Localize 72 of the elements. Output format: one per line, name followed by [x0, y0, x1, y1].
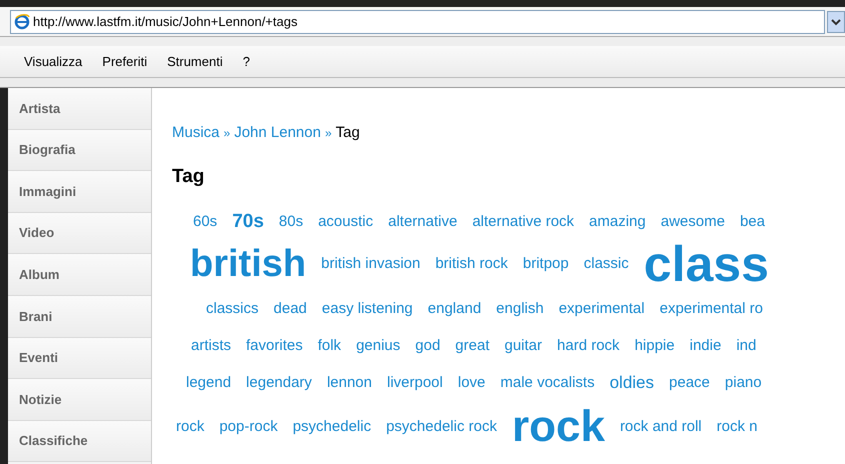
tag-link[interactable]: class — [644, 240, 769, 288]
sidebar-item[interactable]: Notizie — [8, 379, 151, 421]
tag-link[interactable]: alternative — [388, 210, 458, 234]
tag-link[interactable]: experimental ro — [660, 298, 763, 320]
sidebar-item[interactable]: Artista — [8, 88, 151, 130]
tag-link[interactable]: lennon — [326, 372, 372, 394]
tag-link[interactable]: genius — [356, 334, 400, 358]
breadcrumb-separator: » — [224, 125, 230, 142]
tag-link[interactable]: british — [190, 244, 306, 284]
breadcrumb-separator: » — [324, 125, 332, 142]
tag-link[interactable]: 60s — [193, 210, 218, 234]
tag-link[interactable]: legend — [186, 372, 232, 394]
tag-link[interactable]: classics — [206, 298, 259, 320]
tag-link[interactable]: 70s — [232, 208, 264, 236]
browser-icon — [14, 14, 30, 30]
tag-link[interactable]: piano — [724, 372, 762, 394]
menu-item[interactable]: ? — [242, 52, 250, 72]
sidebar-item[interactable]: Immagini — [8, 171, 151, 213]
page-heading: Tag — [172, 164, 206, 188]
sidebar-item[interactable]: Album — [8, 254, 151, 296]
sidebar-item[interactable]: Eventi — [8, 338, 151, 380]
tag-link[interactable]: ind — [736, 334, 756, 358]
sidebar-item[interactable]: Video — [8, 212, 151, 254]
tag-link[interactable]: british invasion — [321, 252, 420, 276]
tag-link[interactable]: classic — [584, 252, 629, 276]
tag-link[interactable]: peace — [669, 372, 710, 394]
tag-link[interactable]: acoustic — [318, 210, 374, 234]
tag-link[interactable]: rock n — [716, 416, 758, 438]
tag-link[interactable]: oldies — [610, 370, 654, 396]
tag-link[interactable]: male vocalists — [500, 372, 595, 394]
tag-link[interactable]: pop-rock — [219, 416, 278, 438]
tag-link[interactable]: amazing — [589, 210, 646, 234]
tag-link[interactable]: folk — [318, 334, 342, 358]
tag-link[interactable]: great — [455, 334, 490, 358]
tag-link[interactable]: easy listening — [322, 298, 413, 320]
tag-link[interactable]: rock and roll — [620, 416, 702, 438]
tag-link[interactable]: guitar — [504, 334, 542, 358]
breadcrumb-link[interactable]: Musica — [172, 122, 220, 144]
breadcrumb-current: Tag — [336, 123, 360, 143]
chevron-down-icon — [831, 18, 841, 26]
sidebar-item[interactable]: Brani — [8, 296, 151, 338]
tag-link[interactable]: psychedelic — [292, 416, 372, 438]
menu-item[interactable]: Visualizza — [24, 52, 82, 72]
tag-link[interactable]: dead — [274, 298, 307, 320]
tag-link[interactable]: artists — [191, 334, 232, 358]
tag-link[interactable]: rock — [176, 416, 204, 438]
tag-link[interactable]: love — [458, 372, 486, 394]
menu-item[interactable]: Preferiti — [102, 52, 148, 72]
tag-link[interactable]: bea — [740, 210, 765, 234]
tag-link[interactable]: british rock — [435, 252, 508, 276]
tag-link[interactable]: god — [415, 334, 440, 358]
tag-link[interactable]: favorites — [246, 334, 303, 358]
sidebar-item[interactable]: Classifiche — [8, 420, 151, 462]
tag-link[interactable]: psychedelic rock — [386, 416, 497, 438]
tag-link[interactable]: indie — [690, 334, 722, 358]
tag-link[interactable]: english — [496, 298, 544, 320]
tag-link[interactable]: hippie — [634, 334, 675, 358]
tag-link[interactable]: awesome — [660, 210, 725, 234]
dropdown-button[interactable] — [827, 10, 845, 32]
tag-link[interactable]: hard rock — [557, 334, 620, 358]
menu-item[interactable]: Strumenti — [167, 52, 223, 72]
tag-link[interactable]: england — [428, 298, 482, 320]
tag-link[interactable]: britpop — [522, 252, 569, 276]
tag-link[interactable]: experimental — [558, 298, 645, 320]
sidebar-item[interactable]: Biografia — [8, 130, 151, 172]
tag-link[interactable]: 80s — [278, 210, 304, 234]
address-field[interactable]: http://www.lastfm.it/music/John+Lennon/+tags — [10, 10, 825, 34]
tag-link[interactable]: rock — [512, 407, 605, 447]
tag-link[interactable]: alternative rock — [472, 210, 574, 234]
breadcrumb-link[interactable]: John Lennon — [234, 122, 321, 144]
tag-link[interactable]: legendary — [246, 372, 312, 394]
tag-link[interactable]: liverpool — [386, 372, 443, 394]
